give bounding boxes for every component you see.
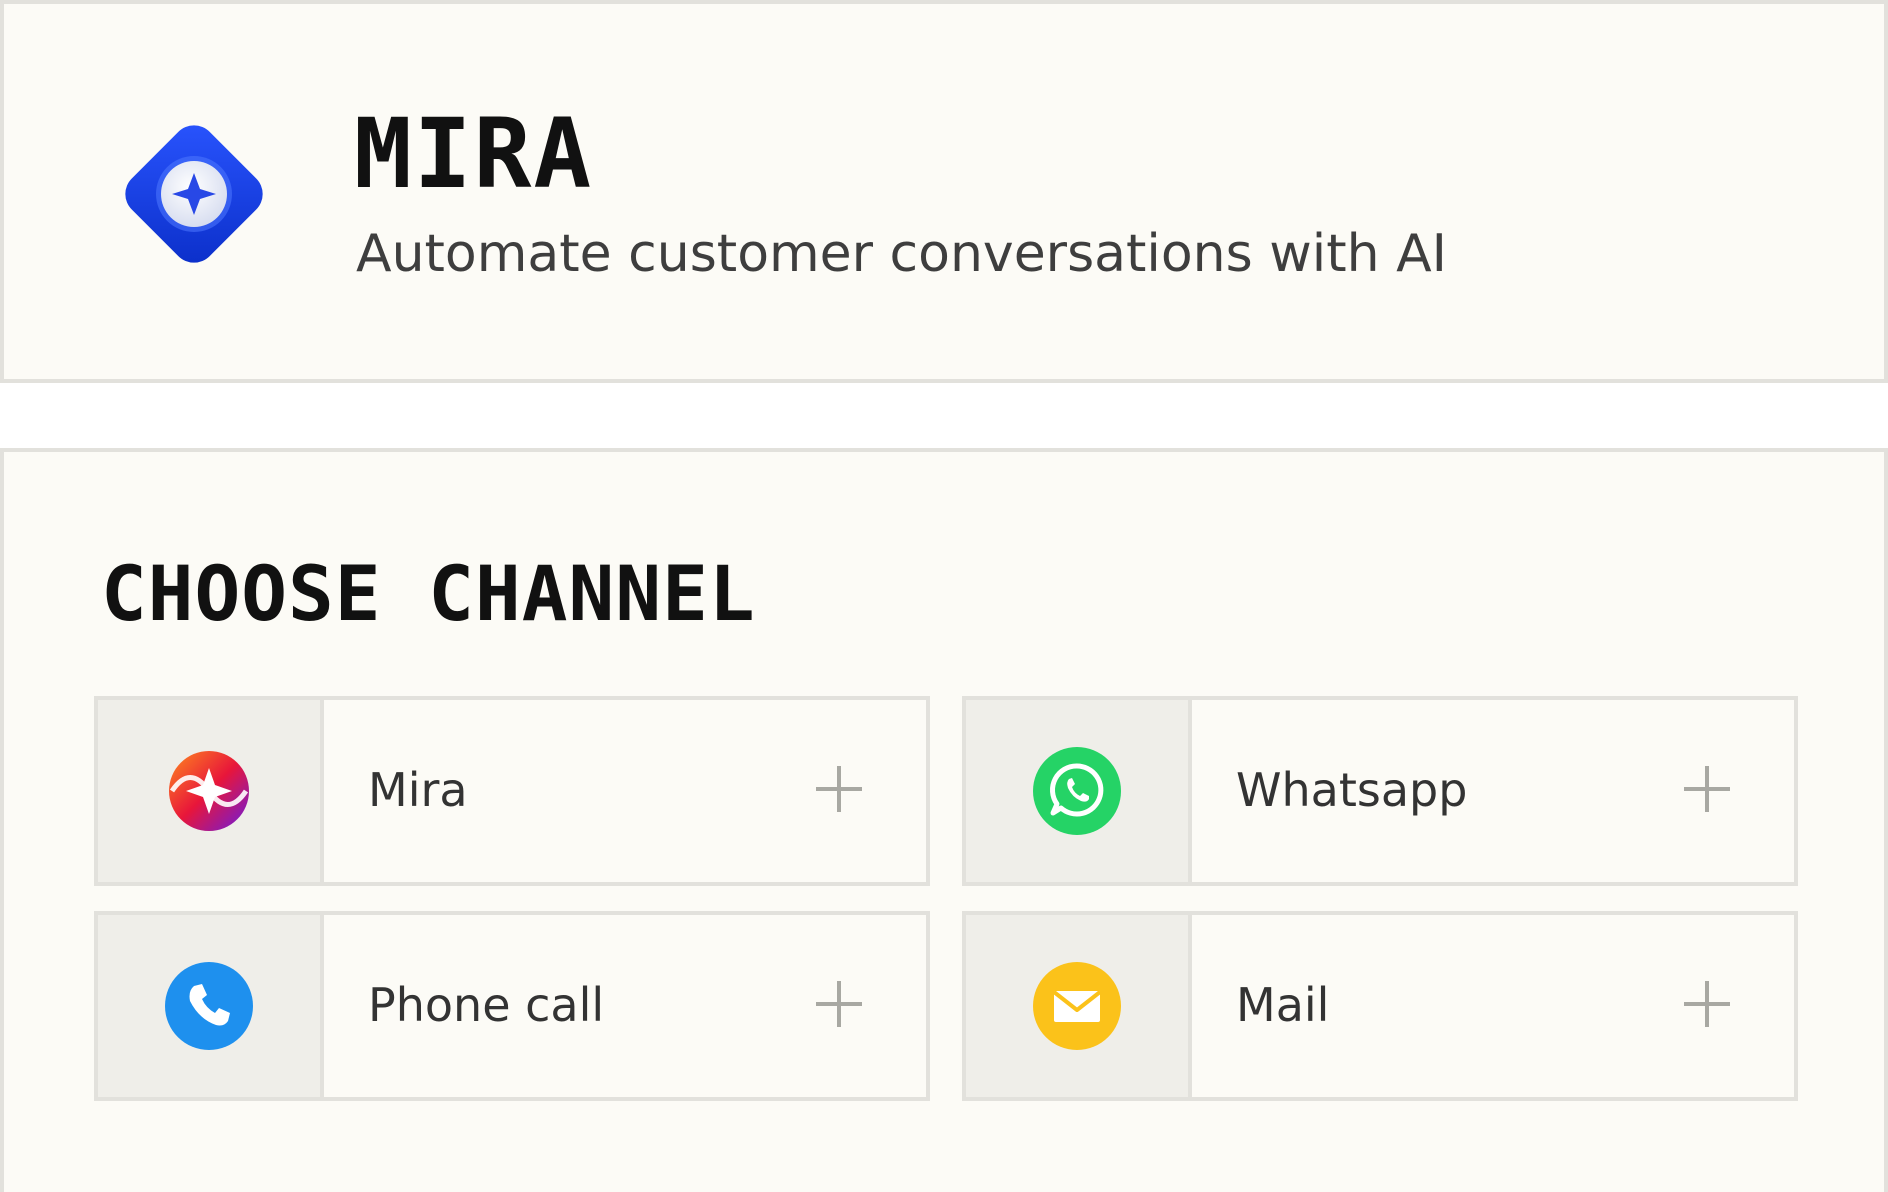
section-title: CHOOSE CHANNEL xyxy=(101,549,756,638)
mira-logo-icon xyxy=(125,125,263,263)
phone-icon xyxy=(165,962,253,1050)
app-header: MIRA Automate customer conversations wit… xyxy=(0,0,1888,383)
channel-icon-cell xyxy=(98,915,324,1097)
plus-icon[interactable] xyxy=(1684,981,1730,1027)
channel-icon-cell xyxy=(966,700,1192,882)
channel-label: Whatsapp xyxy=(1236,763,1468,817)
whatsapp-icon xyxy=(1033,747,1121,835)
mira-icon xyxy=(169,751,249,831)
channel-card-mira[interactable]: Mira xyxy=(94,696,930,886)
plus-icon[interactable] xyxy=(1684,766,1730,812)
channel-card-mail[interactable]: Mail xyxy=(962,911,1798,1101)
channel-card-phone-call[interactable]: Phone call xyxy=(94,911,930,1101)
mail-icon xyxy=(1033,962,1121,1050)
plus-icon[interactable] xyxy=(816,766,862,812)
app-title: MIRA xyxy=(354,98,594,210)
choose-channel-panel: CHOOSE CHANNEL Mira Whatsapp Phone call … xyxy=(0,448,1888,1192)
plus-icon[interactable] xyxy=(816,981,862,1027)
channel-card-whatsapp[interactable]: Whatsapp xyxy=(962,696,1798,886)
app-tagline: Automate customer conversations with AI xyxy=(356,224,1448,284)
channel-icon-cell xyxy=(98,700,324,882)
channel-label: Mira xyxy=(368,763,468,817)
channel-icon-cell xyxy=(966,915,1192,1097)
channel-label: Mail xyxy=(1236,978,1330,1032)
channel-label: Phone call xyxy=(368,978,605,1032)
